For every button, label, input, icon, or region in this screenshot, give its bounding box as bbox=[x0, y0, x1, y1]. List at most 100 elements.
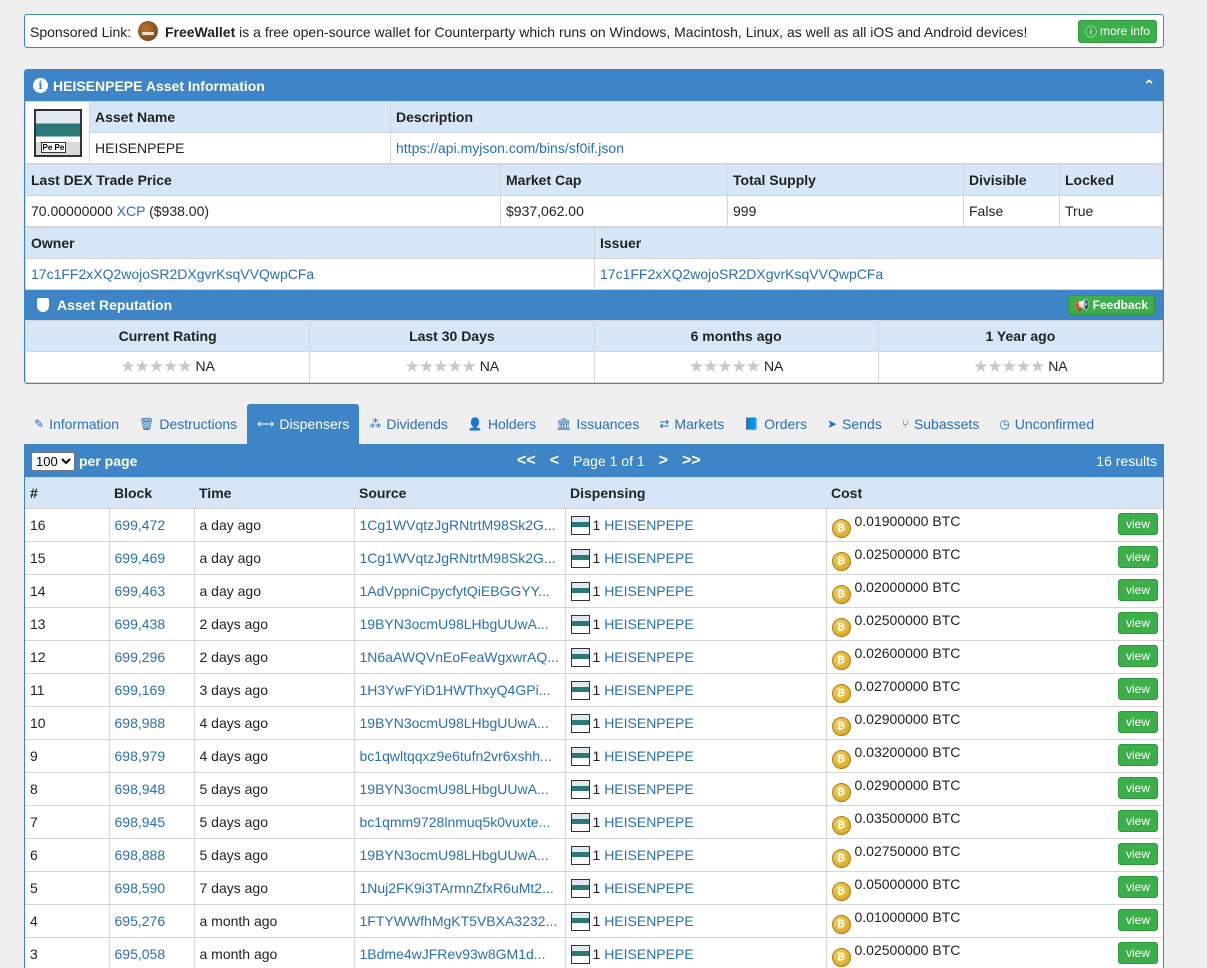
view-button[interactable]: view bbox=[1117, 941, 1158, 964]
feedback-button[interactable]: 📢 Feedback bbox=[1067, 295, 1155, 315]
source-address-link[interactable]: 1Bdme4wJFRev93w8GM1d... bbox=[360, 946, 546, 962]
asset-link[interactable]: HEISENPEPE bbox=[604, 781, 693, 797]
asset-link[interactable]: HEISENPEPE bbox=[604, 814, 693, 830]
source-address-link[interactable]: 1Cg1WVqtzJgRNtrtM98Sk2G... bbox=[360, 550, 556, 566]
tab-sends[interactable]: ➤ Sends bbox=[817, 404, 892, 444]
source-address-link[interactable]: 19BYN3ocmU98LHbgUUwA... bbox=[360, 616, 549, 632]
view-button[interactable]: view bbox=[1117, 908, 1158, 931]
asset-link[interactable]: HEISENPEPE bbox=[604, 748, 693, 764]
source-address-link[interactable]: 1Cg1WVqtzJgRNtrtM98Sk2G... bbox=[360, 517, 556, 533]
source-address-link[interactable]: 1AdVppniCpycfytQiEBGGYY... bbox=[360, 583, 550, 599]
block-link[interactable]: 699,296 bbox=[115, 649, 166, 665]
asset-link[interactable]: HEISENPEPE bbox=[604, 913, 693, 929]
block-link[interactable]: 698,590 bbox=[115, 880, 166, 896]
asset-link[interactable]: HEISENPEPE bbox=[604, 847, 693, 863]
shield-icon bbox=[37, 298, 49, 312]
trash-icon: 🗑 bbox=[139, 417, 155, 431]
more-info-button[interactable]: ⓘ more info bbox=[1077, 19, 1157, 43]
sitemap-icon: ⁂ bbox=[369, 417, 382, 431]
tab-holders[interactable]: 👤 Holders bbox=[458, 404, 546, 444]
tab-markets[interactable]: ⇄ Markets bbox=[649, 404, 734, 444]
block-link[interactable]: 699,463 bbox=[115, 583, 166, 599]
asset-link[interactable]: HEISENPEPE bbox=[604, 550, 693, 566]
asset-info-header[interactable]: i HEISENPEPE Asset Information ⌃ bbox=[25, 70, 1163, 101]
per-page-select[interactable]: 100 bbox=[31, 451, 75, 471]
source-address-link[interactable]: 1Nuj2FK9i3TArmnZfxR6uMt2... bbox=[360, 880, 554, 896]
asset-link[interactable]: HEISENPEPE bbox=[604, 715, 693, 731]
star-rating-icon[interactable]: ★★★★★ bbox=[973, 357, 1045, 376]
view-button[interactable]: view bbox=[1117, 545, 1158, 568]
tab-unconfirmed[interactable]: ◷ Unconfirmed bbox=[989, 404, 1104, 444]
block-link[interactable]: 699,438 bbox=[115, 616, 166, 632]
block-link[interactable]: 695,058 bbox=[115, 946, 166, 962]
tab-orders[interactable]: 📘 Orders bbox=[734, 404, 817, 444]
issuer-address-link[interactable]: 17c1FF2xXQ2wojoSR2DXgvrKsqVVQwpCFa bbox=[600, 266, 883, 282]
bitcoin-coin-icon: ₿ bbox=[831, 881, 851, 901]
tab-issuances[interactable]: 🏛 Issuances bbox=[546, 404, 649, 444]
tab-dispensers[interactable]: ⟷ Dispensers bbox=[247, 404, 360, 444]
asset-link[interactable]: HEISENPEPE bbox=[604, 649, 693, 665]
last-dex-price-label: Last DEX Trade Price bbox=[25, 164, 501, 196]
next-page-button[interactable]: > bbox=[659, 452, 668, 470]
last-page-button[interactable]: >> bbox=[682, 452, 701, 470]
view-button[interactable]: view bbox=[1117, 644, 1158, 667]
view-button[interactable]: view bbox=[1117, 776, 1158, 799]
view-button[interactable]: view bbox=[1117, 677, 1158, 700]
block-link[interactable]: 698,945 bbox=[115, 814, 166, 830]
block-link[interactable]: 698,948 bbox=[115, 781, 166, 797]
row-number: 11 bbox=[25, 673, 109, 707]
view-button[interactable]: view bbox=[1117, 875, 1158, 898]
col-number: # bbox=[25, 477, 109, 509]
freewallet-brand[interactable]: FreeWallet bbox=[165, 24, 235, 40]
asset-link[interactable]: HEISENPEPE bbox=[604, 583, 693, 599]
source-address-link[interactable]: 19BYN3ocmU98LHbgUUwA... bbox=[360, 847, 549, 863]
asset-image[interactable] bbox=[33, 108, 82, 157]
dispense-quantity: 1 bbox=[592, 549, 601, 566]
block-link[interactable]: 699,472 bbox=[115, 517, 166, 533]
view-button[interactable]: view bbox=[1117, 512, 1158, 535]
tab-information[interactable]: ✎ Information bbox=[24, 404, 129, 444]
source-address-link[interactable]: 1N6aAWQVnEoFeaWgxwrAQ... bbox=[360, 649, 559, 665]
tab-dividends[interactable]: ⁂ Dividends bbox=[359, 404, 457, 444]
star-rating-icon[interactable]: ★★★★★ bbox=[405, 357, 477, 376]
first-page-button[interactable]: << bbox=[517, 452, 536, 470]
prev-page-button[interactable]: < bbox=[550, 452, 559, 470]
source-address-link[interactable]: 19BYN3ocmU98LHbgUUwA... bbox=[360, 781, 549, 797]
view-button[interactable]: view bbox=[1117, 809, 1158, 832]
row-time: 3 days ago bbox=[193, 673, 354, 707]
collapse-chevron-up-icon[interactable]: ⌃ bbox=[1143, 77, 1155, 94]
block-link[interactable]: 698,988 bbox=[115, 715, 166, 731]
view-button[interactable]: view bbox=[1117, 611, 1158, 634]
asset-link[interactable]: HEISENPEPE bbox=[604, 616, 693, 632]
tab-destructions[interactable]: 🗑 Destructions bbox=[129, 404, 247, 444]
block-link[interactable]: 695,276 bbox=[115, 913, 166, 929]
more-info-label: more info bbox=[1099, 24, 1150, 38]
view-button[interactable]: view bbox=[1117, 842, 1158, 865]
description-link[interactable]: https://api.myjson.com/bins/sf0if.json bbox=[396, 140, 624, 156]
block-link[interactable]: 699,469 bbox=[115, 550, 166, 566]
source-address-link[interactable]: 1FTYWWfhMgKT5VBXA3232... bbox=[360, 913, 558, 929]
block-link[interactable]: 699,169 bbox=[115, 682, 166, 698]
source-address-link[interactable]: bc1qwltqqxz9e6tufn2vr6xshh... bbox=[360, 748, 552, 764]
source-address-link[interactable]: 1H3YwFYiD1HWThxyQ4GPi... bbox=[360, 682, 551, 698]
source-address-link[interactable]: bc1qmm9728lnmuq5k0vuxte... bbox=[360, 814, 551, 830]
asset-link[interactable]: HEISENPEPE bbox=[604, 880, 693, 896]
block-link[interactable]: 698,979 bbox=[115, 748, 166, 764]
source-address-link[interactable]: 19BYN3ocmU98LHbgUUwA... bbox=[360, 715, 549, 731]
star-rating-icon[interactable]: ★★★★★ bbox=[689, 357, 761, 376]
info-circle-icon: i bbox=[33, 78, 48, 93]
block-link[interactable]: 698,888 bbox=[115, 847, 166, 863]
star-rating-icon[interactable]: ★★★★★ bbox=[120, 357, 192, 376]
view-button[interactable]: view bbox=[1117, 743, 1158, 766]
view-button[interactable]: view bbox=[1117, 578, 1158, 601]
owner-address-link[interactable]: 17c1FF2xXQ2wojoSR2DXgvrKsqVVQwpCFa bbox=[31, 266, 314, 282]
col-block: Block bbox=[109, 477, 194, 509]
rating-current: ★★★★★ NA bbox=[25, 351, 311, 383]
view-button[interactable]: view bbox=[1117, 710, 1158, 733]
asset-link[interactable]: HEISENPEPE bbox=[604, 682, 693, 698]
asset-link[interactable]: HEISENPEPE bbox=[604, 946, 693, 962]
tab-subassets[interactable]: ⑂ Subassets bbox=[892, 404, 990, 444]
pagination: << < Page 1 of 1 > >> bbox=[517, 445, 701, 477]
xcp-link[interactable]: XCP bbox=[117, 203, 146, 219]
asset-link[interactable]: HEISENPEPE bbox=[604, 517, 693, 533]
